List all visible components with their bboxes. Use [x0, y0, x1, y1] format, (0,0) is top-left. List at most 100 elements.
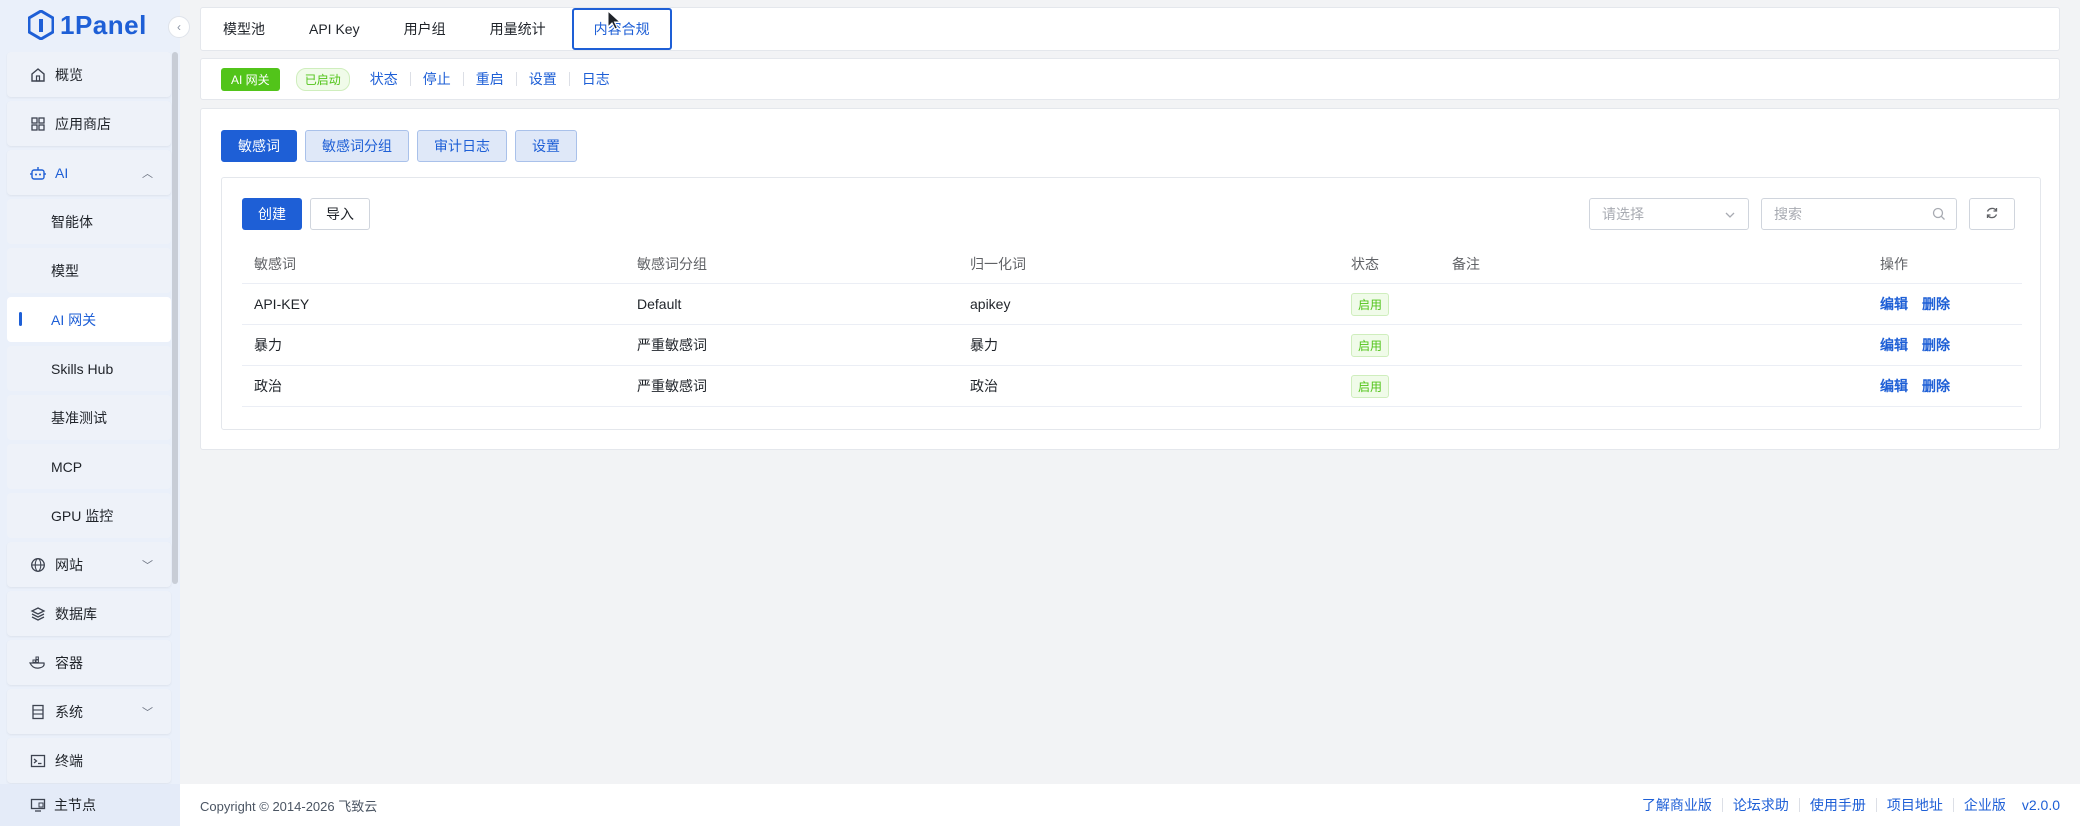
status-badge[interactable]: 启用 — [1351, 333, 1390, 357]
cell-actions: 编辑 删除 — [1880, 366, 1964, 406]
sidebar-item-label: MCP — [51, 458, 83, 475]
sidebar-item-label: AI 网关 — [51, 311, 97, 328]
edit-button[interactable]: 编辑 — [1880, 376, 1908, 396]
tab-model-pool[interactable]: 模型池 — [201, 8, 287, 50]
monitor-icon — [30, 797, 46, 813]
tab-api-key[interactable]: API Key — [287, 8, 382, 50]
cell-actions: 编辑 删除 — [1880, 325, 1964, 365]
chevron-left-icon: ‹ — [177, 20, 181, 34]
chevron-down-icon — [1724, 208, 1736, 224]
sidebar-item-label: GPU 监控 — [51, 507, 114, 524]
sidebar-item-app-store[interactable]: 应用商店 — [7, 101, 171, 146]
subtab-word-groups[interactable]: 敏感词分组 — [305, 130, 409, 162]
sidebar-item-system[interactable]: 系统 ﹀ — [7, 689, 171, 734]
gateway-restart-link[interactable]: 重启 — [462, 72, 516, 86]
delete-button[interactable]: 删除 — [1922, 335, 1950, 355]
docker-icon — [29, 654, 47, 672]
status-badge[interactable]: 启用 — [1351, 292, 1390, 316]
sidebar-scrollbar[interactable] — [172, 52, 178, 584]
node-switcher[interactable]: 主节点 — [0, 784, 180, 826]
gateway-status-badge: 已启动 — [295, 67, 350, 91]
cell-status: 启用 — [1351, 366, 1390, 406]
edit-button[interactable]: 编辑 — [1880, 335, 1908, 355]
cell-status: 启用 — [1351, 284, 1390, 324]
app-name: 1Panel — [60, 9, 147, 40]
subtab-audit-log[interactable]: 审计日志 — [417, 130, 507, 162]
gateway-bar: AI 网关 已启动 状态 停止 重启 设置 日志 — [200, 58, 2060, 100]
column-header-actions: 操作 — [1880, 255, 1908, 272]
footer-link-forum[interactable]: 论坛求助 — [1721, 798, 1799, 812]
refresh-button[interactable] — [1969, 198, 2015, 230]
gateway-stop-link[interactable]: 停止 — [409, 72, 463, 86]
subtab-settings[interactable]: 设置 — [515, 130, 577, 162]
globe-icon — [29, 556, 47, 574]
table-header-row: 敏感词 敏感词分组 归一化词 状态 备注 操作 — [242, 244, 2022, 284]
layers-icon — [29, 605, 47, 623]
table-row: API-KEY Default apikey 启用 编辑 删除 — [242, 284, 2022, 325]
delete-button[interactable]: 删除 — [1922, 376, 1950, 396]
sidebar-item-models[interactable]: 模型 — [7, 248, 171, 293]
sidebar-item-database[interactable]: 数据库 — [7, 591, 171, 636]
cell-normalized: 暴力 — [970, 337, 998, 353]
chevron-up-icon: ︿ — [142, 167, 153, 180]
sidebar-item-label: 应用商店 — [55, 115, 111, 132]
sidebar-item-label: 模型 — [51, 262, 79, 279]
sidebar-item-benchmark[interactable]: 基准测试 — [7, 395, 171, 440]
footer-link-manual[interactable]: 使用手册 — [1798, 798, 1876, 812]
grid-icon — [29, 115, 47, 133]
select-placeholder: 请选择 — [1602, 206, 1644, 222]
app-logo[interactable]: 1Panel — [28, 8, 147, 42]
gateway-settings-link[interactable]: 设置 — [515, 72, 569, 86]
sidebar-item-label: AI — [55, 164, 69, 181]
sidebar-item-ai-gateway[interactable]: AI 网关 — [7, 297, 171, 342]
refresh-icon — [1985, 206, 1999, 223]
table-row: 政治 严重敏感词 政治 启用 编辑 删除 — [242, 366, 2022, 407]
cell-group: Default — [637, 296, 682, 312]
sidebar-item-label: 终端 — [55, 752, 83, 769]
top-tabs: 模型池 API Key 用户组 用量统计 内容合规 — [200, 7, 2060, 51]
collapse-sidebar-button[interactable]: ‹ — [168, 16, 190, 38]
delete-button[interactable]: 删除 — [1922, 294, 1950, 314]
subtab-sensitive-words[interactable]: 敏感词 — [221, 130, 297, 162]
cell-word: 政治 — [254, 378, 282, 394]
version-label[interactable]: v2.0.0 — [2016, 797, 2060, 813]
sidebar-item-terminal[interactable]: 终端 — [7, 738, 171, 783]
status-badge[interactable]: 启用 — [1351, 374, 1390, 398]
tab-user-group[interactable]: 用户组 — [382, 8, 468, 50]
create-button[interactable]: 创建 — [242, 198, 302, 230]
sidebar-item-gpu-monitor[interactable]: GPU 监控 — [7, 493, 171, 538]
cell-status: 启用 — [1351, 325, 1390, 365]
sensitive-words-table: 敏感词 敏感词分组 归一化词 状态 备注 操作 API-KEY Default … — [242, 244, 2022, 407]
sidebar: 1Panel ‹ 概览 应用商店 AI ︿ 智能体 模型 AI 网关 Skill… — [0, 0, 190, 826]
gateway-status-link[interactable]: 状态 — [358, 72, 410, 86]
sidebar-item-skills-hub[interactable]: Skills Hub — [7, 346, 171, 391]
sidebar-item-agents[interactable]: 智能体 — [7, 199, 171, 244]
gateway-tag: AI 网关 — [221, 67, 280, 91]
sidebar-item-label: 数据库 — [55, 605, 97, 622]
footer-links: 了解商业版 论坛求助 使用手册 项目地址 企业版 v2.0.0 — [1632, 797, 2060, 813]
sidebar-item-overview[interactable]: 概览 — [7, 52, 171, 97]
sidebar-item-container[interactable]: 容器 — [7, 640, 171, 685]
edit-button[interactable]: 编辑 — [1880, 294, 1908, 314]
search-box — [1761, 198, 1957, 230]
import-button[interactable]: 导入 — [310, 198, 370, 230]
cell-word: 暴力 — [254, 337, 282, 353]
tab-usage-stats[interactable]: 用量统计 — [468, 8, 568, 50]
mouse-cursor-icon — [607, 10, 622, 30]
sidebar-item-label: 概览 — [55, 66, 83, 83]
group-select[interactable]: 请选择 — [1589, 198, 1749, 230]
sidebar-item-label: 系统 — [55, 703, 83, 720]
logo-icon — [28, 10, 54, 40]
search-input[interactable] — [1774, 206, 1924, 222]
column-header-note: 备注 — [1452, 255, 1480, 272]
footer-link-project[interactable]: 项目地址 — [1875, 798, 1953, 812]
sidebar-item-ai[interactable]: AI ︿ — [7, 150, 171, 195]
gateway-logs-link[interactable]: 日志 — [568, 72, 622, 86]
sidebar-item-mcp[interactable]: MCP — [7, 444, 171, 489]
sidebar-item-website[interactable]: 网站 ﹀ — [7, 542, 171, 587]
footer-link-commercial[interactable]: 了解商业版 — [1632, 798, 1722, 812]
sidebar-item-label: 网站 — [55, 556, 83, 573]
footer-link-enterprise[interactable]: 企业版 — [1952, 798, 2016, 812]
robot-icon — [29, 164, 47, 182]
search-icon[interactable] — [1932, 207, 1946, 224]
